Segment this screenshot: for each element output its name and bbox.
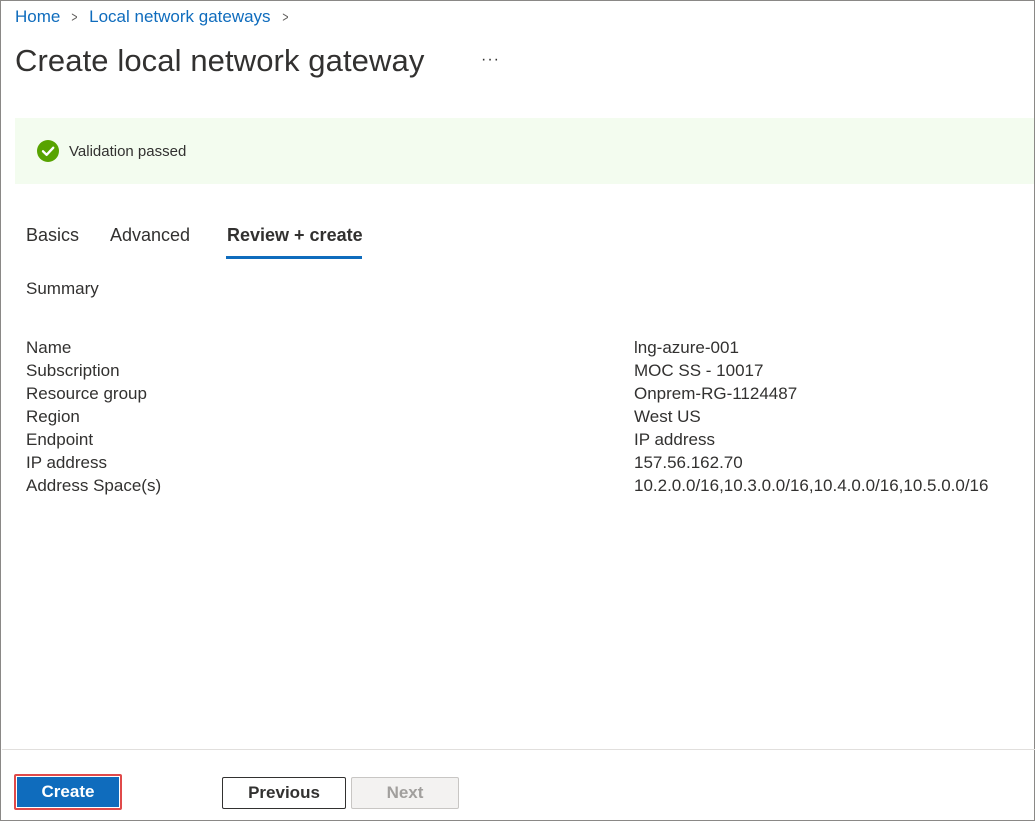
summary-value: West US	[634, 407, 701, 426]
success-check-icon	[37, 140, 59, 162]
tab-review-create[interactable]: Review + create	[227, 225, 363, 246]
page-title: Create local network gateway	[15, 43, 425, 78]
breadcrumb-local-network-gateways[interactable]: Local network gateways	[89, 7, 270, 27]
summary-value: IP address	[634, 430, 715, 449]
tab-advanced[interactable]: Advanced	[110, 225, 190, 246]
breadcrumb: Home > Local network gateways >	[15, 7, 299, 27]
validation-banner: Validation passed	[15, 118, 1034, 184]
validation-status-text: Validation passed	[69, 142, 187, 160]
summary-label: Resource group	[26, 384, 147, 403]
summary-heading: Summary	[26, 279, 99, 298]
chevron-right-icon: >	[281, 8, 289, 26]
summary-row-resource-group: Resource group Onprem-RG-1124487	[26, 382, 1016, 405]
summary-list: Name lng-azure-001 Subscription MOC SS -…	[26, 336, 1016, 497]
summary-row-name: Name lng-azure-001	[26, 336, 1016, 359]
previous-button[interactable]: Previous	[222, 777, 346, 809]
summary-row-endpoint: Endpoint IP address	[26, 428, 1016, 451]
summary-label: Subscription	[26, 361, 120, 380]
summary-label: Region	[26, 407, 80, 426]
summary-value: MOC SS - 10017	[634, 361, 764, 380]
summary-label: Address Space(s)	[26, 476, 162, 495]
summary-value: 157.56.162.70	[634, 453, 743, 472]
breadcrumb-home[interactable]: Home	[15, 7, 60, 27]
summary-value: lng-azure-001	[634, 338, 739, 357]
summary-row-region: Region West US	[26, 405, 1016, 428]
footer-divider	[2, 749, 1035, 750]
summary-label: IP address	[26, 453, 107, 472]
summary-row-address-spaces: Address Space(s) 10.2.0.0/16,10.3.0.0/16…	[26, 474, 1016, 497]
more-options-icon[interactable]: ···	[481, 51, 500, 69]
summary-label: Name	[26, 338, 72, 357]
summary-row-subscription: Subscription MOC SS - 10017	[26, 359, 1016, 382]
summary-label: Endpoint	[26, 430, 94, 449]
next-button: Next	[351, 777, 459, 809]
chevron-right-icon: >	[71, 8, 78, 26]
tab-basics[interactable]: Basics	[26, 225, 79, 246]
create-lng-blade: Home > Local network gateways > Create l…	[0, 0, 1035, 821]
active-tab-indicator	[226, 256, 362, 259]
summary-row-ip-address: IP address 157.56.162.70	[26, 451, 1016, 474]
summary-value: 10.2.0.0/16,10.3.0.0/16,10.4.0.0/16,10.5…	[634, 476, 989, 495]
summary-value: Onprem-RG-1124487	[634, 384, 798, 403]
create-button[interactable]: Create	[17, 777, 119, 807]
